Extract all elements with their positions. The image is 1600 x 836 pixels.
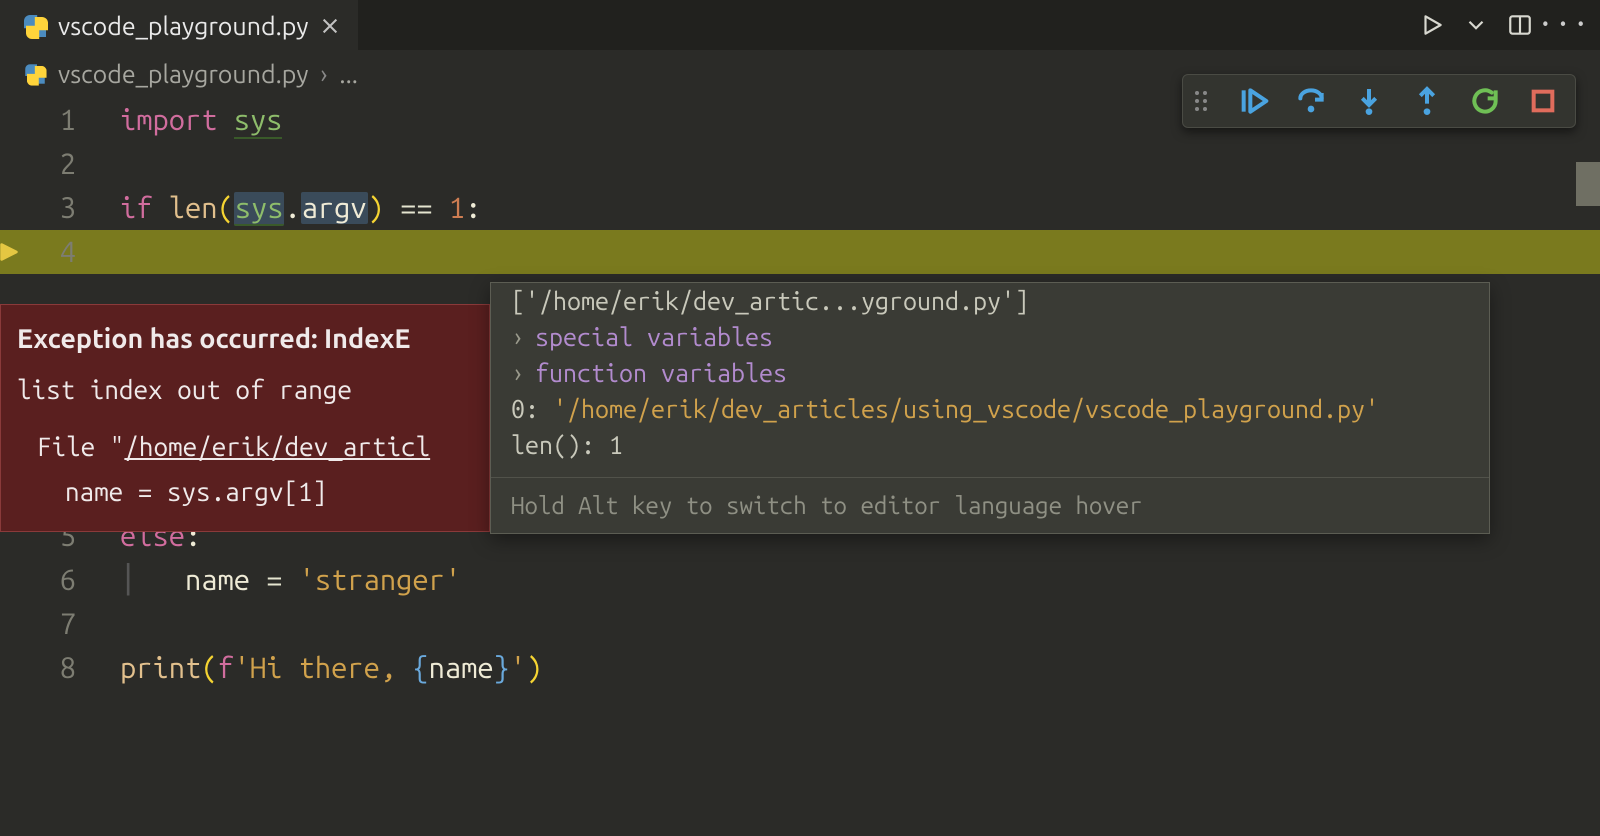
tab-file[interactable]: vscode_playground.py: [0, 0, 358, 50]
breadcrumb-filename: vscode_playground.py: [58, 60, 308, 88]
python-icon: [25, 64, 45, 84]
run-dropdown[interactable]: [1458, 7, 1494, 43]
continue-button[interactable]: [1233, 81, 1273, 121]
exception-message: list index out of range: [17, 370, 473, 409]
exception-file-link[interactable]: /home/erik/dev_articl: [124, 432, 430, 461]
step-into-button[interactable]: [1349, 81, 1389, 121]
stop-button[interactable]: [1523, 81, 1563, 121]
step-over-button[interactable]: [1291, 81, 1331, 121]
hover-expand-function[interactable]: ›function variables: [491, 355, 1489, 391]
split-editor-button[interactable]: [1502, 7, 1538, 43]
restart-button[interactable]: [1465, 81, 1505, 121]
exception-title: Exception has occurred: IndexE: [17, 319, 473, 360]
tab-bar: vscode_playground.py ···: [0, 0, 1600, 50]
exception-panel: Exception has occurred: IndexE list inde…: [0, 304, 490, 532]
python-icon: [24, 15, 46, 37]
exception-file: File "/home/erik/dev_articl: [17, 427, 473, 466]
line-number: 4: [0, 230, 100, 274]
line-number: 7: [0, 602, 100, 646]
debug-hover: ['/home/erik/dev_artic...yground.py'] ›s…: [490, 282, 1490, 534]
line-number: 1: [0, 98, 100, 142]
tab-filename: vscode_playground.py: [58, 12, 308, 40]
line-number: 8: [0, 646, 100, 690]
line-number: 2: [0, 142, 100, 186]
hover-hint: Hold Alt key to switch to editor languag…: [491, 477, 1489, 527]
step-out-button[interactable]: [1407, 81, 1447, 121]
more-actions-button[interactable]: ···: [1546, 7, 1582, 43]
hover-len: len(): 1: [491, 427, 1489, 463]
run-button[interactable]: [1414, 7, 1450, 43]
breadcrumb-rest: ...: [339, 60, 357, 88]
close-icon[interactable]: [320, 16, 340, 36]
hover-summary: ['/home/erik/dev_artic...yground.py']: [491, 283, 1489, 319]
scrollbar-thumb[interactable]: [1576, 162, 1600, 206]
current-execution-line: name = sys.argv[1]: [120, 230, 1600, 274]
line-number: 6: [0, 558, 100, 602]
chevron-right-icon: ›: [320, 60, 327, 88]
drag-handle-icon[interactable]: [1195, 89, 1215, 113]
hover-expand-special[interactable]: ›special variables: [491, 319, 1489, 355]
debug-toolbar[interactable]: [1182, 74, 1576, 128]
hover-item-0: 0: '/home/erik/dev_articles/using_vscode…: [491, 391, 1489, 427]
tabbar-actions: ···: [1414, 0, 1600, 50]
minimap-scrollbar[interactable]: [1576, 98, 1600, 798]
exception-source-line: name = sys.argv[1]: [17, 472, 473, 511]
line-number: 3: [0, 186, 100, 230]
